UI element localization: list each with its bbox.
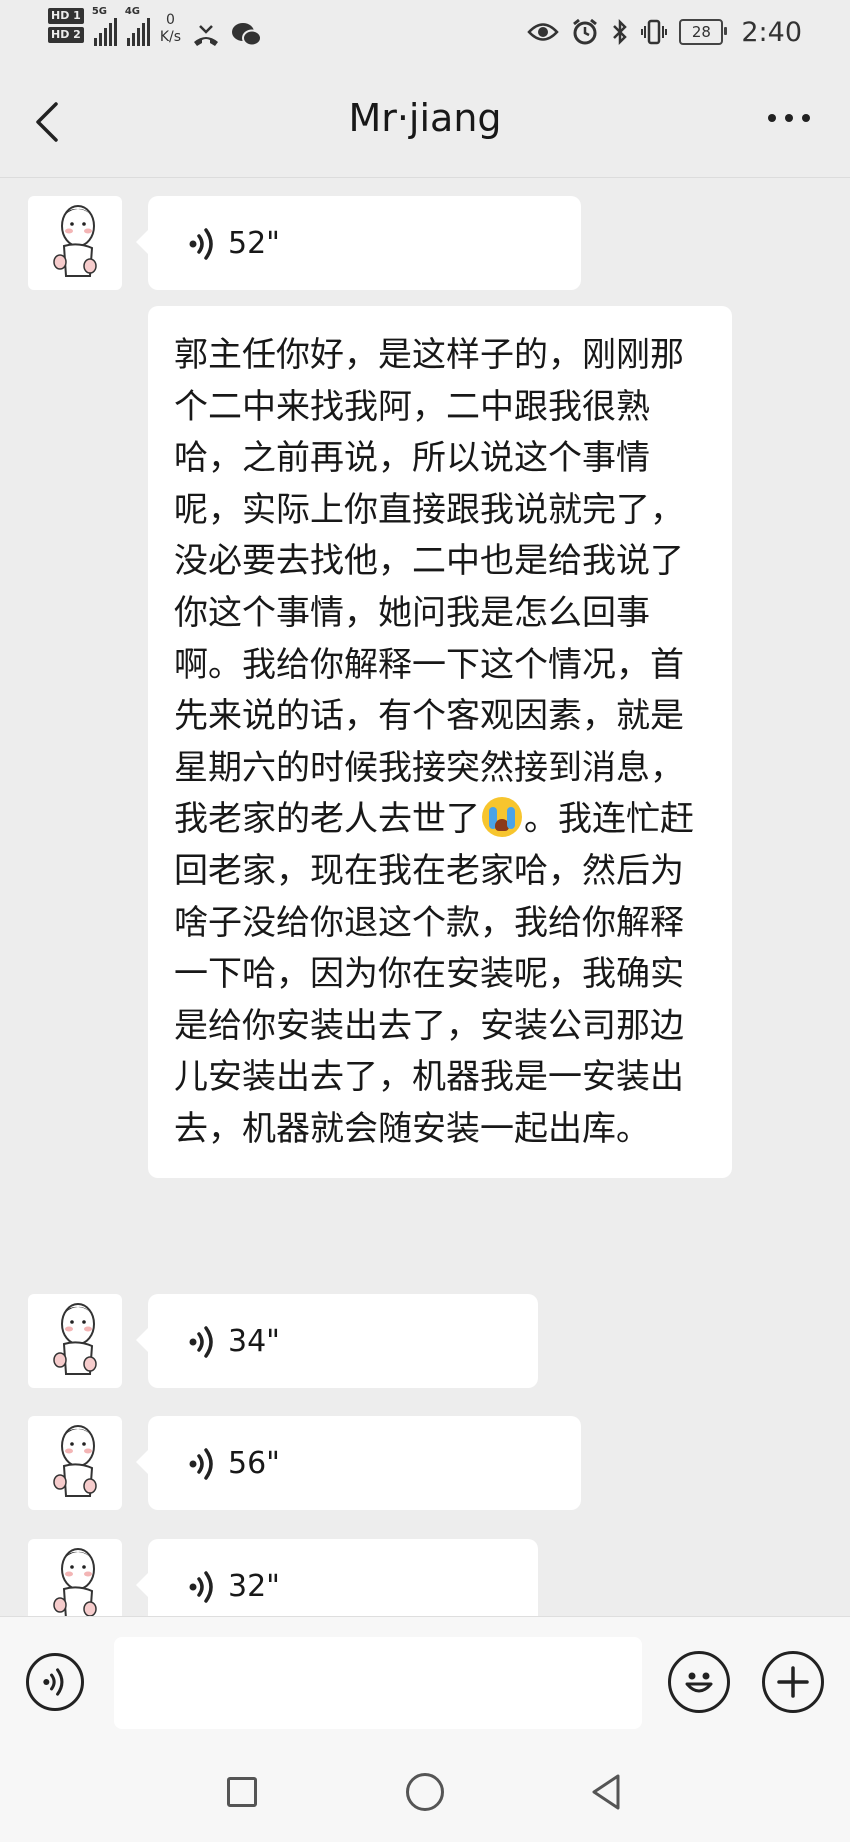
recent-apps-square-icon[interactable] bbox=[227, 1777, 257, 1807]
network-speed: 0 K/s bbox=[160, 12, 181, 46]
voice-duration: 56" bbox=[228, 1446, 280, 1481]
voice-content: 56" bbox=[188, 1446, 280, 1481]
voice-wave-icon bbox=[189, 1570, 213, 1603]
avatar[interactable] bbox=[28, 1416, 122, 1510]
emoji-icon[interactable] bbox=[668, 1651, 730, 1713]
back-triangle-icon[interactable] bbox=[588, 1772, 624, 1812]
hd-badges: HD 1 HD 2 bbox=[48, 8, 84, 43]
signal-4g-icon: 4G bbox=[125, 6, 150, 46]
status-bar: HD 1 HD 2 5G 4G 0 K/s 28 2:40 bbox=[0, 0, 850, 62]
message-text-part2: 。我连忙赶回老家，现在我在老家哈，然后为啥子没给你退这个款，我给你解释一下哈，因… bbox=[174, 799, 694, 1149]
speed-unit: K/s bbox=[159, 29, 182, 45]
avatar[interactable] bbox=[28, 1539, 122, 1616]
wechat-icon bbox=[232, 23, 263, 47]
voice-message[interactable]: 34" bbox=[136, 1294, 538, 1388]
voice-duration: 34" bbox=[228, 1324, 280, 1359]
voice-message[interactable]: 52" bbox=[136, 196, 581, 290]
alarm-icon bbox=[573, 18, 598, 45]
avatar[interactable] bbox=[28, 196, 122, 290]
bluetooth-icon bbox=[613, 18, 628, 46]
voice-duration: 32" bbox=[228, 1569, 280, 1604]
voice-content: 32" bbox=[188, 1569, 280, 1604]
battery-icon: 28 bbox=[679, 19, 728, 45]
status-right: 28 2:40 bbox=[527, 12, 802, 52]
eye-icon bbox=[527, 23, 560, 41]
voice-wave-icon bbox=[189, 1325, 213, 1358]
avatar[interactable] bbox=[28, 1294, 122, 1388]
status-left: HD 1 HD 2 5G 4G 0 K/s bbox=[48, 6, 263, 54]
speed-value: 0 bbox=[165, 12, 175, 28]
message-input[interactable] bbox=[114, 1637, 642, 1729]
input-bar bbox=[0, 1616, 850, 1747]
network-4g-label: 4G bbox=[124, 6, 140, 17]
voice-message[interactable]: 56" bbox=[136, 1416, 581, 1510]
voice-wave-icon bbox=[189, 227, 213, 260]
vibrate-icon bbox=[641, 19, 668, 45]
hd2-badge: HD 2 bbox=[48, 27, 84, 43]
home-circle-icon[interactable] bbox=[406, 1773, 444, 1811]
voice-content: 52" bbox=[188, 226, 280, 261]
message-text-part1: 郭主任你好，是这样子的，刚刚那个二中来找我阿，二中跟我很熟哈，之前再说，所以说这… bbox=[174, 335, 684, 840]
voice-message[interactable]: 32" bbox=[136, 1539, 538, 1616]
chat-title: Mr·jiang bbox=[348, 96, 502, 140]
network-5g-label: 5G bbox=[91, 6, 107, 17]
more-options-icon[interactable] bbox=[768, 114, 810, 122]
signal-5g-icon: 5G bbox=[92, 6, 117, 46]
voice-wave-icon bbox=[189, 1447, 213, 1480]
loudly-crying-face-icon bbox=[482, 797, 522, 838]
chat-messages[interactable]: 52" 郭主任你好，是这样子的，刚刚那个二中来找我阿，二中跟我很熟哈，之前再说，… bbox=[0, 178, 850, 1616]
missed-call-icon bbox=[194, 25, 219, 46]
voice-input-icon[interactable] bbox=[26, 1653, 84, 1711]
text-message[interactable]: 郭主任你好，是这样子的，刚刚那个二中来找我阿，二中跟我很熟哈，之前再说，所以说这… bbox=[148, 306, 732, 1178]
add-icon[interactable] bbox=[762, 1651, 824, 1713]
hd1-badge: HD 1 bbox=[48, 8, 84, 24]
voice-content: 34" bbox=[188, 1324, 280, 1359]
chat-header: Mr·jiang bbox=[0, 62, 850, 178]
clock: 2:40 bbox=[741, 16, 802, 48]
battery-level: 28 bbox=[691, 23, 711, 41]
voice-duration: 52" bbox=[228, 226, 280, 261]
system-nav-bar bbox=[0, 1746, 850, 1842]
